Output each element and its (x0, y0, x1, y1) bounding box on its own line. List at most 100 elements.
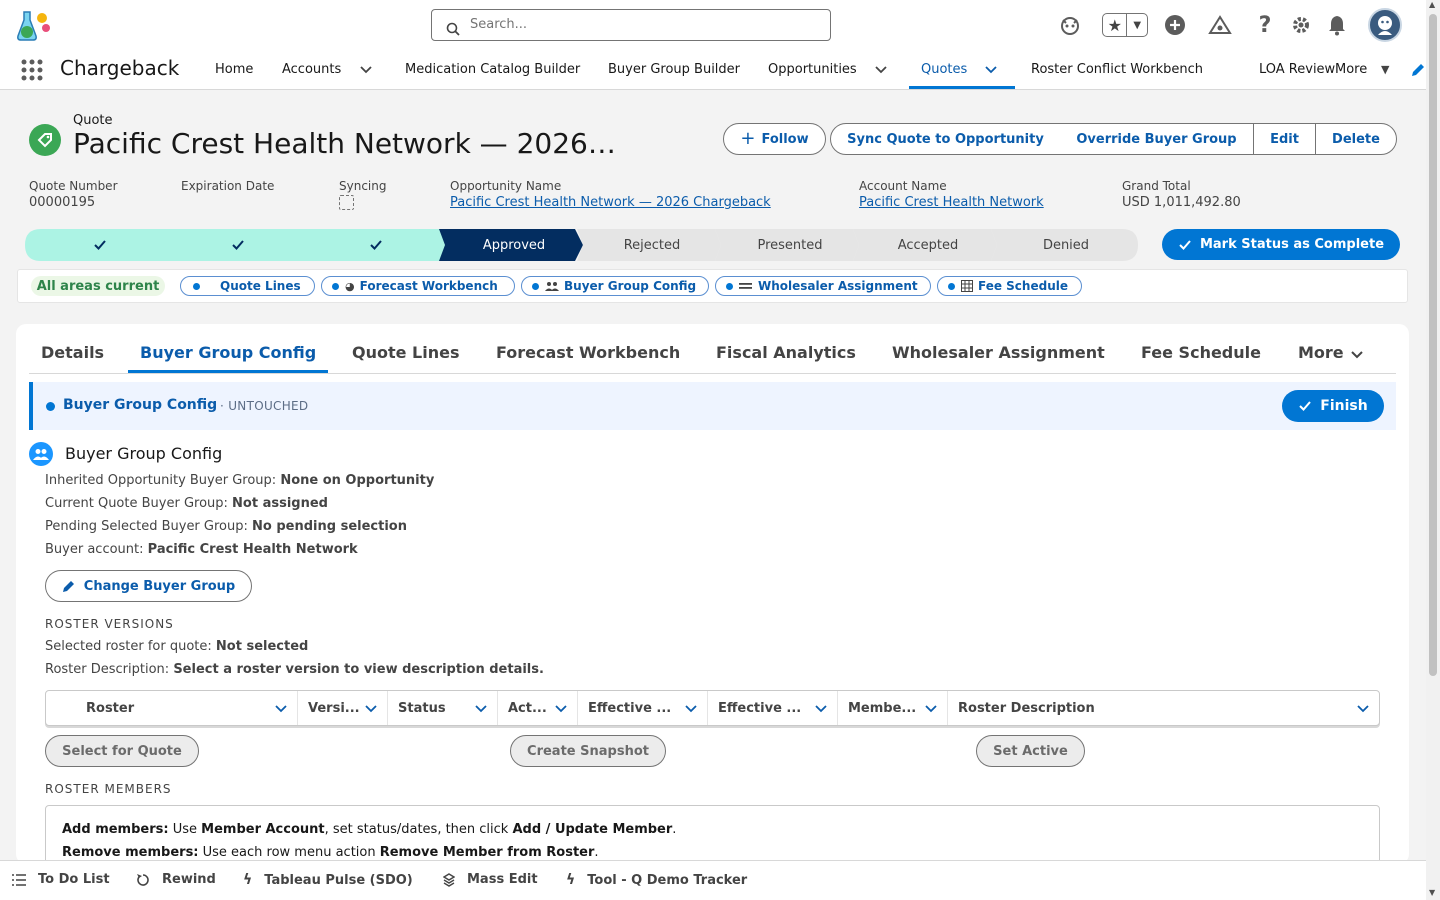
utility-rewind[interactable]: Rewind (136, 872, 216, 887)
nav-item-buyer-group-builder[interactable]: Buyer Group Builder (608, 62, 740, 77)
object-label: Quote (73, 113, 113, 128)
status-dot (193, 282, 200, 290)
change-buyer-group-button[interactable]: Change Buyer Group (45, 570, 252, 602)
create-snapshot-button[interactable]: Create Snapshot (510, 735, 666, 767)
roster-members-instructions: Add members: Use Member Account, set sta… (45, 805, 1380, 865)
tab-quote-lines[interactable]: Quote Lines (352, 343, 460, 362)
tab-divider (29, 373, 1396, 374)
column-header-effective-end[interactable]: Effective ... (708, 691, 838, 725)
area-pill-quote-lines[interactable]: Quote Lines (180, 276, 315, 296)
nav-item-roster-conflict-workbench[interactable]: Roster Conflict Workbench (1031, 62, 1203, 77)
tab-buyer-group-config[interactable]: Buyer Group Config (140, 343, 316, 362)
user-avatar[interactable] (1368, 8, 1402, 42)
chevron-down-icon[interactable] (815, 702, 827, 714)
area-pill-wholesaler-assignment[interactable]: Wholesaler Assignment (715, 276, 931, 296)
chevron-down-icon[interactable] (365, 702, 377, 714)
search-icon (446, 18, 460, 36)
instruction-bold: Remove Member from Roster (379, 845, 595, 860)
tab-wholesaler-assignment[interactable]: Wholesaler Assignment (892, 343, 1105, 362)
area-pill-forecast-workbench[interactable]: ◕ Forecast Workbench (321, 276, 515, 296)
favorites-star-icon[interactable]: ★ (1103, 16, 1126, 35)
help-icon[interactable]: ? (1253, 13, 1277, 38)
lightning-icon: ϟ (566, 872, 576, 888)
column-header-members[interactable]: Membe... (838, 691, 948, 725)
favorites-button[interactable]: ★ ▼ (1102, 13, 1148, 37)
scroll-down-arrow-icon[interactable]: ▼ (1429, 888, 1435, 897)
follow-button[interactable]: + Follow (723, 123, 826, 155)
roster-description-line: Roster Description: Select a roster vers… (45, 662, 544, 677)
mark-status-complete-button[interactable]: Mark Status as Complete (1162, 229, 1400, 260)
chevron-down-icon[interactable] (358, 61, 374, 77)
opportunity-name-link[interactable]: Pacific Crest Health Network — 2026 Char… (450, 195, 771, 210)
instruction-text: , set status/dates, then click (324, 822, 513, 837)
account-name-link[interactable]: Pacific Crest Health Network (859, 195, 1044, 210)
header-label: Status (398, 700, 446, 716)
global-add-icon[interactable] (1163, 13, 1187, 37)
caret-down-icon[interactable]: ▼ (1381, 63, 1389, 76)
override-buyer-group-button[interactable]: Override Buyer Group (1060, 123, 1254, 155)
chevron-down-icon[interactable] (555, 702, 567, 714)
column-header-version[interactable]: Versi... (298, 691, 388, 725)
chevron-down-icon[interactable] (275, 702, 287, 714)
column-header-active[interactable]: Act... (498, 691, 578, 725)
chevron-down-icon[interactable] (1357, 702, 1369, 714)
mark-status-complete-label: Mark Status as Complete (1199, 237, 1385, 252)
chevron-down-icon[interactable] (983, 61, 999, 77)
column-header-roster-description[interactable]: Roster Description (948, 691, 1379, 725)
edit-nav-pencil-icon[interactable] (1410, 62, 1426, 78)
edit-button[interactable]: Edit (1253, 123, 1316, 155)
area-pill-fee-schedule[interactable]: Fee Schedule (937, 276, 1082, 296)
finish-button[interactable]: Finish (1282, 390, 1384, 422)
banner-status: · UNTOUCHED (220, 399, 309, 413)
scrollbar-thumb[interactable] (1429, 14, 1437, 676)
header-label: Roster Description (958, 700, 1095, 716)
utility-to-do-list[interactable]: To Do List (12, 872, 110, 887)
info-label: Buyer account: (45, 542, 148, 557)
global-header: Search... ★ ▼ ? (0, 0, 1426, 50)
chevron-down-icon[interactable] (1350, 347, 1364, 361)
utility-q-demo-tracker[interactable]: ϟ Tool - Q Demo Tracker (566, 872, 747, 888)
astro-icon[interactable] (1058, 13, 1082, 37)
sync-quote-button[interactable]: Sync Quote to Opportunity (830, 123, 1061, 155)
utility-mass-edit[interactable]: Mass Edit (443, 872, 538, 887)
area-pill-buyer-group-config[interactable]: Buyer Group Config (521, 276, 709, 296)
assignment-lines-icon (739, 283, 752, 289)
app-logo[interactable] (16, 8, 56, 44)
nav-item-more[interactable]: More (1335, 62, 1367, 77)
column-header-status[interactable]: Status (388, 691, 498, 725)
tab-details[interactable]: Details (41, 343, 104, 362)
active-tab-indicator (128, 370, 328, 373)
global-search-input[interactable]: Search... (431, 9, 831, 41)
scroll-up-arrow-icon[interactable]: ▲ (1429, 0, 1435, 9)
setup-gear-icon[interactable] (1289, 13, 1313, 37)
nav-item-quotes[interactable]: Quotes (921, 62, 967, 77)
nav-item-accounts[interactable]: Accounts (282, 62, 341, 77)
tab-fee-schedule[interactable]: Fee Schedule (1141, 343, 1261, 362)
header-label: Effective ... (718, 700, 802, 716)
chevron-down-icon[interactable] (685, 702, 697, 714)
chevron-down-icon[interactable] (475, 702, 487, 714)
trailhead-icon[interactable] (1208, 13, 1232, 37)
select-for-quote-button[interactable]: Select for Quote (45, 735, 199, 767)
active-tab-indicator (909, 86, 1015, 89)
chevron-down-icon[interactable] (873, 61, 889, 77)
rewind-icon (137, 873, 149, 886)
tab-more[interactable]: More (1298, 343, 1344, 362)
app-launcher-icon[interactable] (20, 58, 44, 82)
nav-item-medication-catalog-builder[interactable]: Medication Catalog Builder (405, 62, 580, 77)
utility-tableau-pulse[interactable]: ϟ Tableau Pulse (SDO) (243, 872, 413, 888)
tab-fiscal-analytics[interactable]: Fiscal Analytics (716, 343, 856, 362)
pill-label: Wholesaler Assignment (758, 279, 918, 293)
favorites-dropdown-icon[interactable]: ▼ (1127, 20, 1147, 31)
set-active-button[interactable]: Set Active (976, 735, 1085, 767)
pie-chart-icon: ◕ (345, 279, 355, 293)
delete-button[interactable]: Delete (1315, 123, 1397, 155)
column-header-roster[interactable]: Roster (46, 691, 298, 725)
column-header-effective-start[interactable]: Effective ... (578, 691, 708, 725)
notifications-bell-icon[interactable] (1325, 13, 1349, 37)
nav-item-opportunities[interactable]: Opportunities (768, 62, 857, 77)
chevron-down-icon[interactable] (925, 702, 937, 714)
tab-forecast-workbench[interactable]: Forecast Workbench (496, 343, 680, 362)
nav-item-loa-review[interactable]: LOA Review (1259, 62, 1335, 77)
nav-item-home[interactable]: Home (215, 62, 253, 77)
